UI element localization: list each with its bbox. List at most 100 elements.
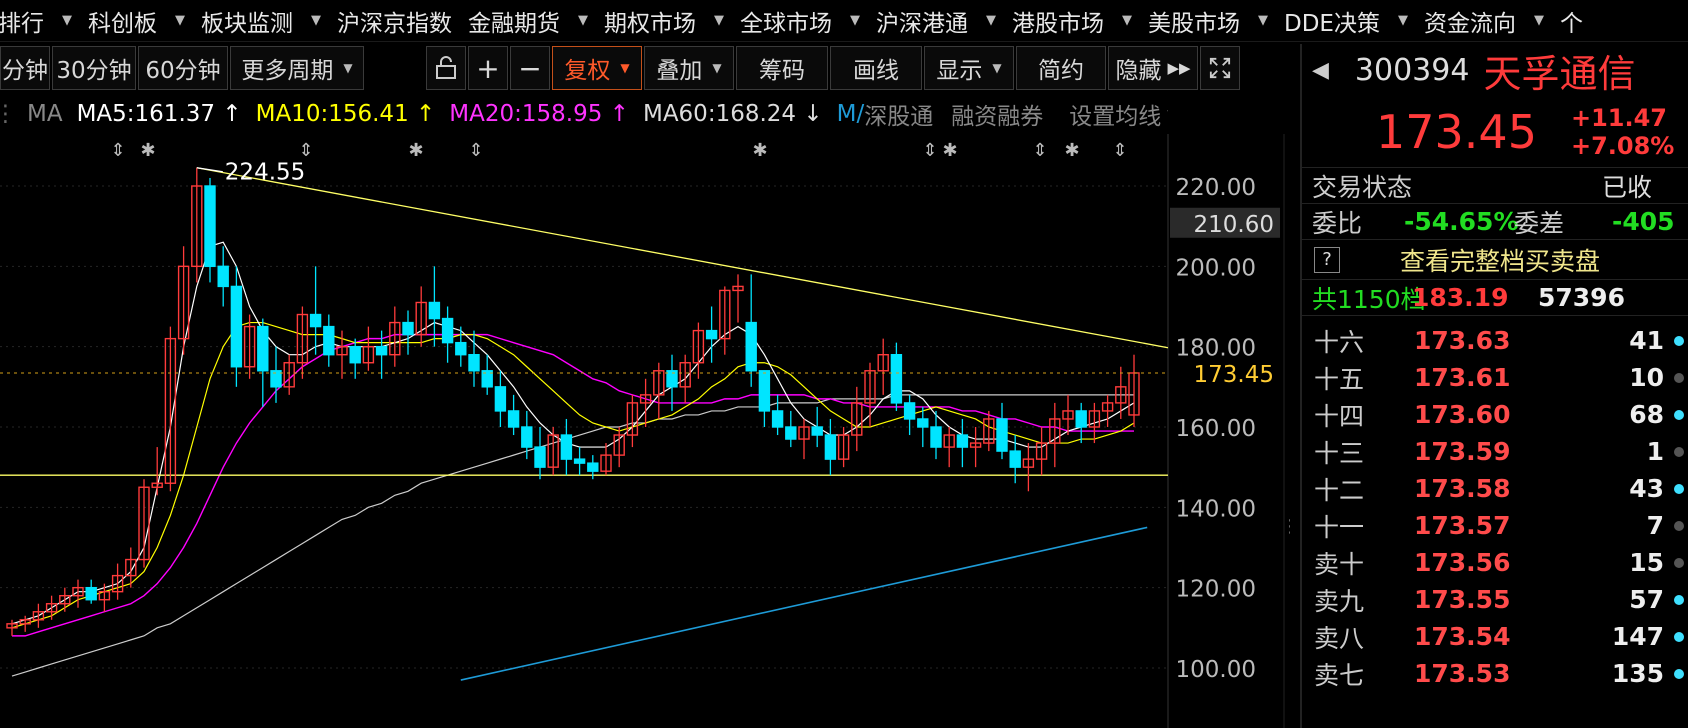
simple-mode-button[interactable]: 简约 [1016, 46, 1106, 90]
help-icon[interactable]: ? [1314, 246, 1340, 273]
order-book-row[interactable]: 十五 173.61 10 [1302, 359, 1688, 396]
kline-chart[interactable]: 220.00 200.00 180.00 160.00 140.00 120.00 100.… [0, 134, 1290, 728]
nav-item[interactable]: 港股市场 ▼ [1004, 0, 1140, 41]
order-level-price: 173.59 [1414, 437, 1511, 466]
order-book: 十六 173.63 41 十五 173.61 10 十四 173.60 68 十三 173.59 1 十… [1302, 316, 1688, 692]
display-dropdown[interactable]: 显示 ▼ [924, 46, 1014, 90]
status-dot-icon [1674, 446, 1684, 457]
nav-item[interactable]: 科创板 ▼ [80, 0, 193, 41]
nav-item[interactable]: 沪深港通 ▼ [868, 0, 1004, 41]
order-book-row[interactable]: 卖八 173.54 147 [1302, 618, 1688, 655]
candle-down [323, 325, 335, 356]
candle-down [455, 341, 467, 356]
chip-distribution-button[interactable]: 筹码 [736, 46, 828, 90]
nav-item-label: 金融期货 [468, 10, 560, 37]
order-book-row[interactable]: 十三 173.59 1 [1302, 433, 1688, 470]
event-marker-icon: ⇕ [1112, 140, 1127, 161]
nav-item[interactable]: 个 [1552, 0, 1591, 41]
peak-label: 224.55 [225, 160, 305, 186]
status-dot-icon [1674, 520, 1684, 531]
period-60min-label: 60分钟 [145, 58, 221, 84]
y-tick-label: 120.00 [1176, 577, 1256, 603]
lock-button[interactable] [426, 46, 466, 90]
last-price-tag: 173.45 [1194, 362, 1274, 388]
order-level-price: 173.63 [1414, 326, 1511, 355]
trend-line [196, 167, 1169, 349]
nav-item[interactable]: 美股市场 ▼ [1140, 0, 1276, 41]
order-book-row[interactable]: 卖七 173.53 135 [1302, 655, 1688, 692]
event-marker-icon: ⇕ [1032, 140, 1047, 161]
nav-item-label: 科创板 [88, 10, 157, 37]
full-book-link[interactable]: 查看完整档买卖盘 [1400, 242, 1600, 278]
caret-down-icon: ▼ [62, 13, 72, 28]
fullscreen-button[interactable] [1200, 46, 1240, 90]
ma-label[interactable]: MA [27, 101, 63, 127]
order-level-label: 十五 [1314, 364, 1365, 394]
zoom-in-button[interactable]: + [468, 46, 508, 90]
minus-icon: − [518, 51, 542, 85]
caret-down-icon: ▼ [311, 13, 321, 28]
period-60min-button[interactable]: 60分钟 [138, 46, 228, 90]
change-block: +11.47 +7.08% [1571, 104, 1674, 160]
order-level-volume: 135 [1611, 659, 1664, 688]
panel-resize-handle-icon: ⋮ [1281, 516, 1290, 537]
order-book-row[interactable]: 十六 173.63 41 [1302, 322, 1688, 359]
peak-arrow [196, 167, 223, 173]
nav-item[interactable]: DDE决策 ▼ [1276, 0, 1416, 41]
margin-trading-link[interactable]: 融资融券 [951, 97, 1043, 131]
nav-item-label: 资金流向 [1423, 10, 1516, 37]
fuquan-label: 复权 [564, 58, 611, 84]
order-book-row[interactable]: 卖十 173.56 15 [1302, 544, 1688, 581]
nav-item[interactable]: 排行 ▼ [0, 0, 80, 41]
nav-item[interactable]: 金融期货 ▼ [460, 0, 596, 41]
arrow-up-icon: ↑ [609, 101, 629, 127]
candle-down [204, 185, 216, 268]
nav-item-label: 沪深京指数 [337, 10, 452, 37]
status-dot-icon [1674, 668, 1684, 679]
chip-distribution-label: 筹码 [759, 58, 805, 84]
more-period-label: 更多周期 [241, 58, 334, 84]
status-dot-icon [1674, 594, 1684, 605]
plus-icon: + [476, 51, 500, 85]
order-book-row[interactable]: 十四 173.60 68 [1302, 396, 1688, 433]
candle-down [903, 402, 916, 420]
nav-item[interactable]: 沪深京指数 [329, 0, 460, 41]
hk-connect-link[interactable]: 深股通 [864, 97, 933, 131]
candle-down [1009, 450, 1021, 468]
candle-down [745, 321, 757, 372]
back-triangle-icon[interactable]: ◀ [1312, 58, 1329, 83]
nav-item[interactable]: 期权市场 ▼ [596, 0, 732, 41]
order-level-volume: 1 [1646, 437, 1664, 466]
candle-down [785, 426, 797, 440]
order-ratio-label: 委比 [1312, 208, 1363, 238]
order-level-label: 十三 [1314, 438, 1365, 468]
order-book-row[interactable]: 卖九 173.55 57 [1302, 581, 1688, 618]
candle-down [587, 462, 599, 472]
candle-down [560, 434, 573, 460]
overlay-dropdown[interactable]: 叠加 ▼ [644, 46, 734, 90]
hide-panel-button[interactable]: 隐藏 ▶▶ [1108, 46, 1198, 90]
long-ma-line [460, 526, 1148, 681]
ma-settings-link[interactable]: 设置均线 [1069, 97, 1161, 131]
nav-item[interactable]: 板块监测 ▼ [193, 0, 329, 41]
fuquan-dropdown[interactable]: 复权 ▼ [552, 46, 642, 90]
period-5min-button[interactable]: 分钟 [0, 46, 50, 90]
nav-item[interactable]: 资金流向 ▼ [1416, 0, 1552, 41]
draw-line-button[interactable]: 画线 [830, 46, 922, 90]
period-30min-button[interactable]: 30分钟 [52, 46, 136, 90]
arrow-down-icon: ↓ [803, 101, 823, 127]
zoom-out-button[interactable]: − [510, 46, 550, 90]
more-period-dropdown[interactable]: 更多周期 ▼ [230, 46, 364, 90]
order-diff-value: -405 [1612, 207, 1675, 236]
ma5-text: MA5:161.37 [76, 101, 216, 127]
nav-item[interactable]: 全球市场 ▼ [732, 0, 868, 41]
order-book-row[interactable]: 十二 173.58 43 [1302, 470, 1688, 507]
caret-down-icon: ▼ [986, 13, 996, 28]
nav-item-label: 美股市场 [1148, 10, 1240, 37]
book-total-label: 共1150档 [1312, 284, 1426, 314]
caret-down-icon: ▼ [714, 13, 724, 28]
order-book-row[interactable]: 十一 173.57 7 [1302, 507, 1688, 544]
candle-down [402, 321, 414, 336]
full-book-row[interactable]: ? 查看完整档买卖盘 [1302, 240, 1688, 280]
ma10-value: MA10:156.41 ↑ [256, 101, 436, 127]
